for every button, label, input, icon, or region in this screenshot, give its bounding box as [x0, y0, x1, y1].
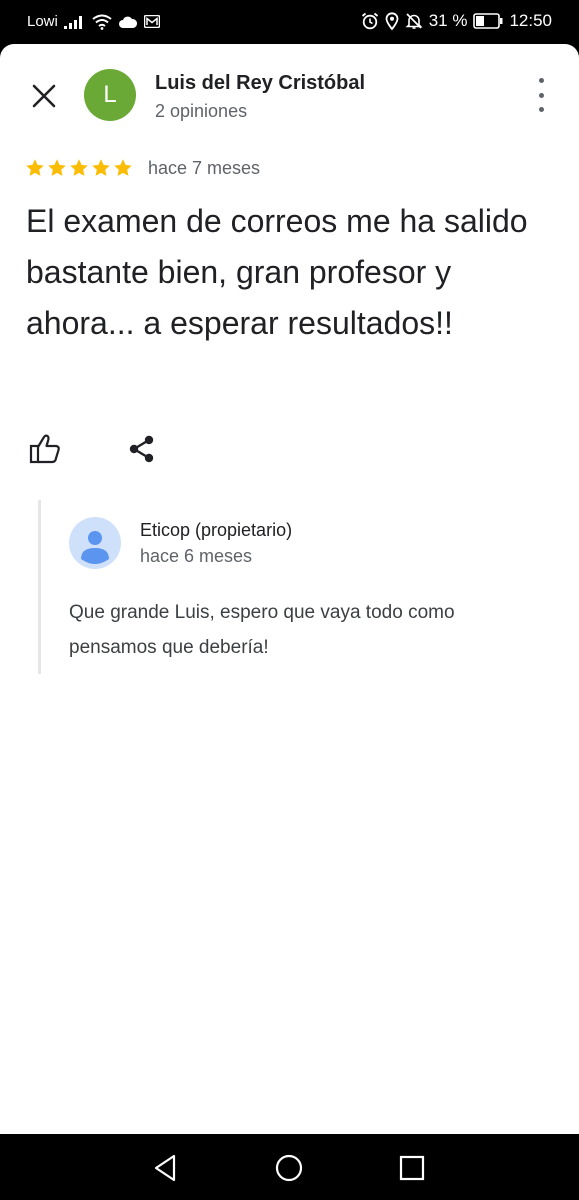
notifications-off-icon [405, 12, 423, 30]
home-icon [275, 1154, 303, 1182]
close-button[interactable] [28, 80, 60, 112]
navigation-bar [0, 1134, 579, 1200]
owner-reply-text: Que grande Luis, espero que vaya todo co… [69, 602, 455, 658]
star-icon [26, 159, 44, 176]
wifi-icon [92, 14, 112, 30]
back-icon [154, 1154, 176, 1182]
like-button[interactable] [28, 432, 64, 466]
more-options-button[interactable] [533, 78, 549, 112]
star-icon [70, 159, 88, 176]
recents-icon [399, 1155, 425, 1181]
cloud-icon [118, 15, 138, 29]
author-avatar[interactable]: L [84, 69, 136, 121]
alarm-icon [361, 12, 379, 30]
signal-icon [63, 15, 86, 29]
battery-percent: 31 % [428, 11, 468, 30]
review-text: El examen de correos me ha salido bastan… [26, 203, 528, 341]
back-button[interactable] [150, 1152, 182, 1184]
close-icon [32, 84, 56, 108]
status-left: Lowi [27, 13, 160, 30]
mail-icon [143, 15, 160, 28]
owner-reply: Eticop (propietario) hace 6 meses Que gr… [38, 500, 541, 674]
star-icon [48, 159, 66, 176]
owner-name: Eticop (propietario) [140, 520, 293, 540]
clock: 12:50 [509, 11, 552, 30]
star-icon [92, 159, 110, 176]
author-name[interactable]: Luis del Rey Cristóbal [155, 72, 365, 95]
status-bar: Lowi 31 % 12:50 [0, 0, 579, 44]
author-initial: L [103, 81, 117, 108]
author-review-count: 2 opiniones [155, 101, 248, 121]
star-rating [25, 158, 133, 178]
more-vert-icon [538, 78, 544, 83]
battery-icon [473, 13, 503, 29]
review-screen: L Luis del Rey Cristóbal 2 opiniones hac… [0, 44, 579, 1134]
owner-avatar [69, 517, 121, 569]
home-button[interactable] [273, 1152, 305, 1184]
review-time: hace 7 meses [148, 158, 261, 178]
location-icon [385, 12, 399, 30]
star-icon [114, 159, 132, 176]
carrier-label: Lowi [27, 13, 58, 30]
owner-reply-time: hace 6 meses [140, 546, 253, 566]
more-vert-icon [538, 107, 544, 112]
person-icon [69, 517, 121, 569]
share-icon [129, 435, 154, 463]
recents-button[interactable] [396, 1152, 428, 1184]
more-vert-icon [538, 92, 544, 98]
status-right: 31 % 12:50 [361, 11, 552, 31]
thumb-up-icon [29, 434, 60, 464]
share-button[interactable] [126, 433, 158, 465]
